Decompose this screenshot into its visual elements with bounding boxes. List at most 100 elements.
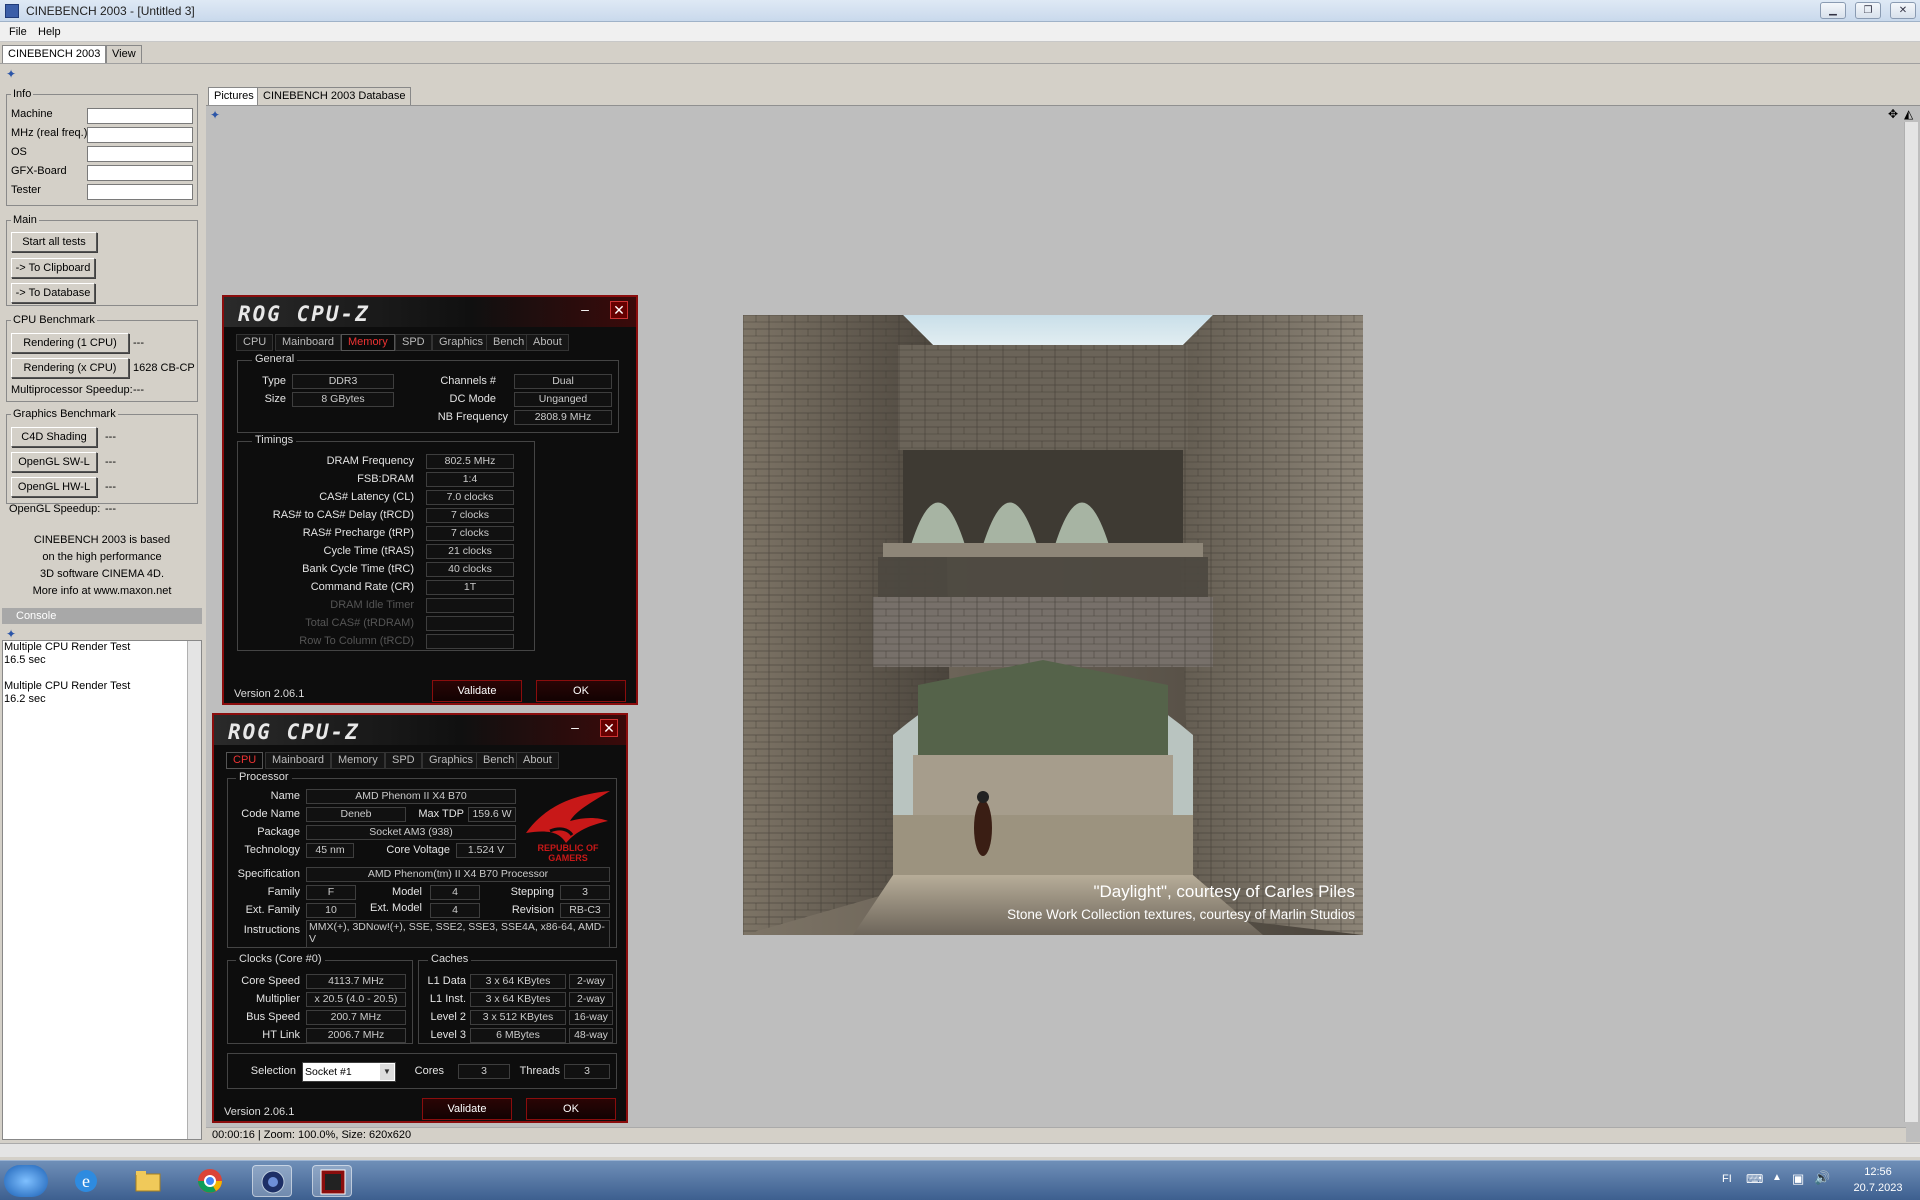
- clock-time[interactable]: 12:56: [1848, 1166, 1908, 1178]
- cpuz-memory-tab-spd[interactable]: SPD: [395, 334, 432, 351]
- start-button[interactable]: [4, 1165, 48, 1197]
- opengl-swl-button[interactable]: OpenGL SW-L: [11, 452, 97, 472]
- dram-frequency-value: 802.5 MHz: [426, 454, 514, 469]
- cpuz-cpu-tab-memory[interactable]: Memory: [331, 752, 385, 769]
- rendering-1cpu-value: ---: [133, 337, 144, 349]
- revision-label: Revision: [511, 904, 554, 916]
- about-text: CINEBENCH 2003 is based on the high perf…: [6, 532, 198, 600]
- chrome-icon[interactable]: [190, 1165, 230, 1197]
- clock-date[interactable]: 20.7.2023: [1848, 1182, 1908, 1194]
- rendering-1cpu-button[interactable]: Rendering (1 CPU): [11, 333, 129, 353]
- keyboard-icon[interactable]: ⌨: [1746, 1172, 1763, 1186]
- mhz-field[interactable]: [87, 127, 193, 143]
- ext-model-label: Ext. Model: [370, 902, 422, 914]
- viewer-pin-icon[interactable]: ✦: [210, 108, 222, 122]
- network-icon[interactable]: ▣: [1792, 1171, 1804, 1187]
- cinebench-taskbar-icon[interactable]: [252, 1165, 292, 1197]
- cpuz-cpu-tab-bench[interactable]: Bench: [476, 752, 522, 769]
- cpuz-cpu-validate-button[interactable]: Validate: [422, 1098, 512, 1120]
- cpuz-memory-tab-cpu[interactable]: CPU: [236, 334, 274, 351]
- code-name-value: Deneb: [306, 807, 406, 822]
- file-explorer-icon[interactable]: [128, 1165, 168, 1197]
- cpuz-cpu-tab-graphics[interactable]: Graphics: [422, 752, 481, 769]
- move-icon[interactable]: ✥: [1888, 107, 1900, 121]
- cpuz-memory-validate-button[interactable]: Validate: [432, 680, 522, 702]
- core-speed-label: Core Speed: [241, 975, 300, 987]
- l1-data-way: 2-way: [569, 974, 613, 989]
- cpuz-memory-tab-bench[interactable]: Bench: [486, 334, 532, 351]
- to-clipboard-button[interactable]: -> To Clipboard: [11, 258, 95, 278]
- menu-file[interactable]: File: [9, 26, 27, 38]
- cpuz-memory-tab-memory[interactable]: Memory: [341, 334, 395, 351]
- nb-frequency-label: NB Frequency: [437, 411, 508, 423]
- opengl-hwl-button[interactable]: OpenGL HW-L: [11, 477, 97, 497]
- model-label: Model: [392, 886, 422, 898]
- cpuz-memory-tab-mainboard[interactable]: Mainboard: [275, 334, 341, 351]
- console-scrollbar[interactable]: [187, 641, 201, 1139]
- cpuz-memory-tab-graphics[interactable]: Graphics: [432, 334, 491, 351]
- main-title: Main: [13, 214, 37, 226]
- pin-icon[interactable]: ✦: [6, 67, 18, 81]
- cpuz-cpu-close-button[interactable]: ✕: [600, 719, 618, 737]
- title-bar: CINEBENCH 2003 - [Untitled 3] ▁ ❐ ✕: [0, 0, 1920, 22]
- graphics-benchmark-title: Graphics Benchmark: [13, 408, 116, 420]
- cpuz-cpu-tab-about[interactable]: About: [516, 752, 559, 769]
- cpuz-cpu-tab-spd[interactable]: SPD: [385, 752, 422, 769]
- about-line: 3D software CINEMA 4D.: [39, 568, 165, 580]
- to-database-button[interactable]: -> To Database: [11, 283, 95, 303]
- menu-help[interactable]: Help: [38, 26, 61, 38]
- minimize-button[interactable]: ▁: [1820, 2, 1846, 19]
- language-indicator[interactable]: FI: [1722, 1173, 1732, 1185]
- c4d-shading-button[interactable]: C4D Shading: [11, 427, 97, 447]
- model-value: 4: [430, 885, 480, 900]
- command-rate-label: Command Rate (CR): [310, 581, 414, 593]
- selection-label: Selection: [250, 1065, 296, 1077]
- cpuz-cpu-ok-button[interactable]: OK: [526, 1098, 616, 1120]
- tab-pictures[interactable]: Pictures: [208, 87, 260, 105]
- cas-latency-label: CAS# Latency (CL): [319, 491, 414, 503]
- cpu-benchmark-title: CPU Benchmark: [13, 314, 95, 326]
- cpuz-memory-ok-button[interactable]: OK: [536, 680, 626, 702]
- cpuz-cpu-tab-mainboard[interactable]: Mainboard: [265, 752, 331, 769]
- tester-field[interactable]: [87, 184, 193, 200]
- cpuz-cpu-tab-cpu[interactable]: CPU: [226, 752, 264, 769]
- threads-value: 3: [564, 1064, 610, 1079]
- cpuz-cpu-logo: ROG CPU-Z: [228, 720, 360, 744]
- tab-view[interactable]: View: [106, 45, 142, 63]
- tab-cinebench[interactable]: CINEBENCH 2003: [2, 45, 107, 63]
- volume-icon[interactable]: 🔊: [1814, 1170, 1830, 1186]
- image-caption-2: Stone Work Collection textures, courtesy…: [1007, 907, 1355, 922]
- cpuz-memory-minimize-button[interactable]: –: [576, 301, 594, 319]
- cpuz-memory-close-button[interactable]: ✕: [610, 301, 628, 319]
- mp-speedup-value: ---: [133, 384, 144, 396]
- cpuz-cpu-minimize-button[interactable]: –: [566, 719, 584, 737]
- console-pin-icon[interactable]: ✦: [6, 627, 18, 641]
- chevron-down-icon[interactable]: ▼: [380, 1064, 394, 1080]
- core-speed-value: 4113.7 MHz: [306, 974, 406, 989]
- tab-cinebench-database[interactable]: CINEBENCH 2003 Database: [257, 87, 412, 105]
- horizontal-scrollbar[interactable]: [0, 1143, 1920, 1157]
- internet-explorer-icon[interactable]: e: [66, 1165, 106, 1197]
- tray-expand-icon[interactable]: ▲: [1772, 1172, 1782, 1183]
- cpuz-memory-logo: ROG CPU-Z: [238, 302, 370, 326]
- cpuz-memory-tab-about[interactable]: About: [526, 334, 569, 351]
- viewer-scrollbar[interactable]: [1904, 122, 1918, 1122]
- opengl-speedup-label: OpenGL Speedup:: [9, 503, 101, 515]
- close-button[interactable]: ✕: [1890, 2, 1916, 19]
- cpuz-taskbar-icon[interactable]: [312, 1165, 352, 1197]
- machine-field[interactable]: [87, 108, 193, 124]
- zoom-icon[interactable]: ◭: [1904, 107, 1916, 121]
- console-header[interactable]: Console: [2, 608, 202, 624]
- row-to-column-value: [426, 634, 514, 649]
- about-line: CINEBENCH 2003 is based: [33, 534, 171, 546]
- start-all-tests-button[interactable]: Start all tests: [11, 232, 97, 252]
- menu-bar: File Help: [0, 22, 1920, 42]
- size-label: Size: [264, 393, 286, 405]
- gfx-field[interactable]: [87, 165, 193, 181]
- l1-data-label: L1 Data: [427, 975, 466, 987]
- restore-button[interactable]: ❐: [1855, 2, 1881, 19]
- console-title: Console: [16, 610, 57, 622]
- rendering-xcpu-button[interactable]: Rendering (x CPU): [11, 358, 129, 378]
- os-field[interactable]: [87, 146, 193, 162]
